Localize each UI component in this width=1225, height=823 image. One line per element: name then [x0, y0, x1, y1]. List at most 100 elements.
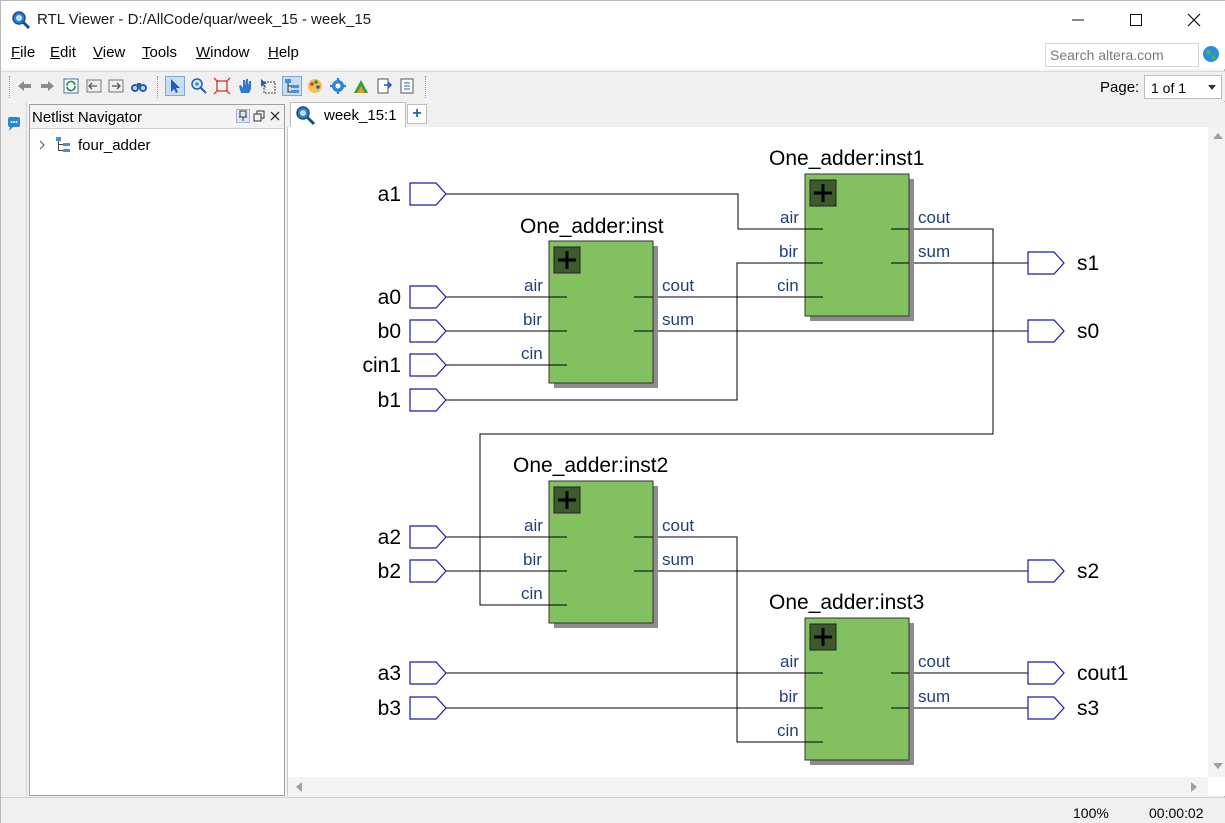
input-port-a0[interactable]	[409, 285, 447, 309]
output-port-s3[interactable]	[1027, 696, 1065, 720]
port-label-s3: s3	[1077, 697, 1099, 720]
pin-cout: cout	[662, 276, 694, 295]
output-port-s0[interactable]	[1027, 319, 1065, 343]
chart-tool-button[interactable]	[351, 76, 371, 96]
port-label-a0: a0	[378, 286, 401, 309]
port-label-a1: a1	[378, 183, 401, 206]
menu-tools[interactable]: Tools	[140, 44, 179, 61]
menu-edit[interactable]: Edit	[48, 44, 78, 61]
hierarchy-view-button[interactable]	[282, 76, 302, 96]
hand-tool-button[interactable]	[235, 76, 255, 96]
area-select-button[interactable]	[258, 76, 278, 96]
zoom-tool-button[interactable]	[189, 76, 209, 96]
close-button[interactable]	[1165, 1, 1223, 39]
color-settings-button[interactable]	[305, 76, 325, 96]
fit-window-button[interactable]	[212, 76, 232, 96]
vertical-scrollbar[interactable]	[1208, 127, 1225, 777]
input-port-b2[interactable]	[409, 559, 447, 583]
horizontal-scrollbar[interactable]	[288, 777, 1208, 796]
selection-tool-button[interactable]	[165, 76, 185, 96]
window-title: RTL Viewer - D:/AllCode/quar/week_15 - w…	[37, 11, 372, 28]
pin-bir: bir	[779, 242, 798, 261]
instance-label: One_adder:inst	[520, 215, 664, 238]
instance-inst2[interactable]: One_adder:inst2 air bir cin cout sum	[513, 454, 694, 628]
input-port-b0[interactable]	[409, 319, 447, 343]
restore-window-icon	[253, 110, 265, 122]
pin-sum: sum	[662, 310, 694, 329]
instance-inst[interactable]: One_adder:inst air bir cin cout sum	[520, 215, 694, 388]
pin-air: air	[780, 652, 799, 671]
pin-panel-button[interactable]	[236, 109, 250, 123]
fit-window-icon	[213, 77, 231, 95]
port-label-cin1: cin1	[362, 354, 401, 377]
previous-page-button[interactable]	[84, 76, 104, 96]
input-port-b1[interactable]	[409, 388, 447, 412]
tree-item-four-adder[interactable]: four_adder	[36, 135, 151, 155]
instance-label: One_adder:inst1	[769, 147, 924, 170]
pin-air: air	[524, 516, 543, 535]
pin-cout: cout	[662, 516, 694, 535]
menu-help[interactable]: Help	[266, 44, 301, 61]
pin-bir: bir	[523, 550, 542, 569]
port-label-a3: a3	[378, 662, 401, 685]
export-icon	[377, 78, 393, 94]
netlist-navigator-header: Netlist Navigator	[30, 105, 284, 129]
find-button[interactable]	[129, 76, 149, 96]
next-page-icon	[108, 79, 124, 93]
pin-cin: cin	[777, 721, 799, 740]
float-panel-button[interactable]	[252, 109, 266, 123]
pin-sum: sum	[918, 242, 950, 261]
area-select-icon	[261, 79, 276, 94]
scroll-left-icon[interactable]	[296, 782, 302, 792]
settings-button[interactable]	[328, 76, 348, 96]
search-input[interactable]: Search altera.com	[1045, 43, 1199, 67]
rtl-schematic[interactable]: One_adder:inst air bir cin cout sum One_…	[288, 127, 1208, 777]
left-side-strip	[1, 102, 27, 796]
page-select[interactable]: 1 of 1	[1144, 75, 1222, 99]
binoculars-icon	[131, 83, 147, 92]
menu-window[interactable]: Window	[194, 44, 251, 61]
pin-cout: cout	[918, 652, 950, 671]
input-port-a2[interactable]	[409, 525, 447, 549]
scroll-right-icon[interactable]	[1191, 782, 1197, 792]
globe-icon[interactable]	[1202, 45, 1220, 63]
forward-button[interactable]	[37, 76, 57, 96]
tab-week-15[interactable]: week_15:1	[290, 102, 406, 127]
instance-label: One_adder:inst3	[769, 591, 924, 614]
rtl-viewer-tab-icon	[296, 106, 316, 126]
instance-inst1[interactable]: One_adder:inst1 air bir cin cout sum	[769, 147, 950, 321]
chat-bubble-icon[interactable]	[6, 116, 22, 132]
print-button[interactable]	[397, 76, 417, 96]
next-page-button[interactable]	[106, 76, 126, 96]
minimize-button[interactable]	[1049, 1, 1107, 39]
pin-icon	[239, 110, 247, 121]
add-tab-button[interactable]: +	[407, 104, 427, 124]
netlist-navigator-title: Netlist Navigator	[32, 109, 143, 126]
maximize-icon	[1130, 14, 1142, 26]
scroll-down-icon[interactable]	[1213, 763, 1223, 769]
instance-label: One_adder:inst2	[513, 454, 668, 477]
back-button[interactable]	[15, 76, 35, 96]
refresh-button[interactable]	[61, 76, 81, 96]
scroll-up-icon[interactable]	[1213, 133, 1223, 139]
instance-inst3[interactable]: One_adder:inst3 air bir cin cout sum	[769, 591, 950, 765]
schematic-canvas[interactable]: One_adder:inst air bir cin cout sum One_…	[287, 127, 1225, 796]
output-port-s1[interactable]	[1027, 251, 1065, 275]
close-panel-button[interactable]	[268, 109, 282, 123]
input-port-a1[interactable]	[409, 182, 447, 206]
output-port-s2[interactable]	[1027, 559, 1065, 583]
menu-file[interactable]: File	[9, 44, 37, 61]
chevron-down-icon	[1208, 85, 1216, 90]
output-port-cout1[interactable]	[1027, 661, 1065, 685]
input-port-a3[interactable]	[409, 661, 447, 685]
export-button[interactable]	[374, 76, 394, 96]
input-port-cin1[interactable]	[409, 353, 447, 377]
palette-icon	[308, 79, 322, 93]
menu-view[interactable]: View	[91, 44, 127, 61]
hierarchy-module-icon	[56, 137, 70, 152]
maximize-button[interactable]	[1107, 1, 1165, 39]
status-bar: 100% 00:00:02	[1, 797, 1225, 823]
page-label: Page:	[1100, 79, 1140, 96]
input-port-b3[interactable]	[409, 696, 447, 720]
chevron-right-icon[interactable]	[36, 139, 48, 151]
